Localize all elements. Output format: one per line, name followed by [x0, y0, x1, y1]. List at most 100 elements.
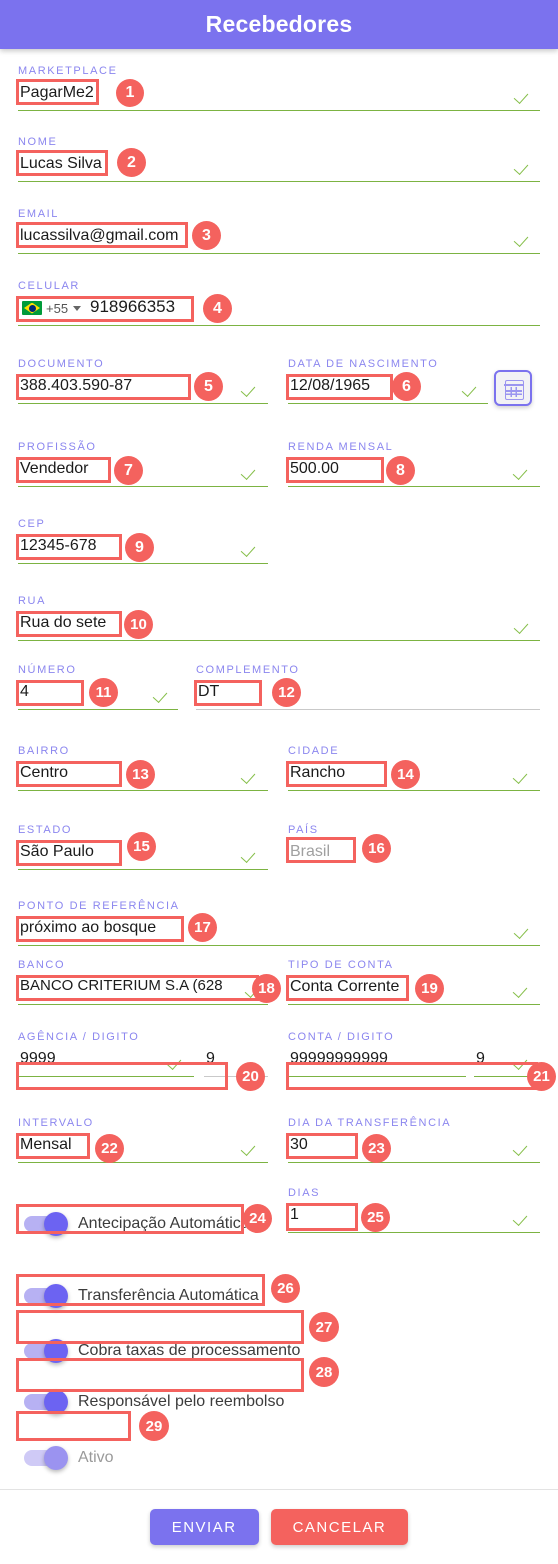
underline-bairro — [18, 790, 268, 791]
underline-documento — [18, 403, 268, 404]
switch-knob[interactable] — [44, 1390, 68, 1414]
input-rua[interactable]: Rua do sete — [20, 613, 106, 633]
label-dia-transferencia: DIA DA TRANSFERÊNCIA — [288, 1117, 452, 1129]
input-conta[interactable]: 99999999999 — [290, 1049, 388, 1069]
switch-track[interactable] — [24, 1390, 68, 1414]
label-numero: NÚMERO — [18, 664, 77, 676]
label-celular: CELULAR — [18, 280, 80, 292]
toggle-cobra-taxas[interactable]: Cobra taxas de processamento — [24, 1339, 300, 1363]
underline-email — [18, 253, 540, 254]
input-pais[interactable]: Brasil — [290, 842, 330, 862]
input-cep[interactable]: 12345-678 — [20, 536, 97, 556]
country-code[interactable]: +55 — [46, 301, 68, 316]
annotation-marker-29: 29 — [139, 1411, 169, 1441]
annotation-marker-17: 17 — [188, 913, 217, 942]
annotation-marker-4: 4 — [203, 294, 232, 323]
switch-track[interactable] — [24, 1284, 68, 1308]
cancel-button[interactable]: CANCELAR — [270, 1509, 409, 1545]
switch-knob[interactable] — [44, 1446, 68, 1470]
chevron-down-icon[interactable] — [73, 306, 81, 311]
valid-check-icon — [515, 617, 537, 633]
switch-track[interactable] — [24, 1339, 68, 1363]
underline-banco — [18, 1004, 268, 1005]
label-bairro: BAIRRO — [18, 745, 70, 757]
input-dia-transferencia[interactable]: 30 — [290, 1135, 308, 1155]
valid-check-icon — [154, 686, 176, 702]
input-estado[interactable]: São Paulo — [20, 842, 94, 862]
input-dias[interactable]: 1 — [290, 1205, 299, 1225]
annotation-marker-19: 19 — [415, 974, 444, 1003]
valid-check-icon — [463, 380, 485, 396]
toggle-ativo[interactable]: Ativo — [24, 1446, 114, 1470]
input-agencia[interactable]: 9999 — [20, 1049, 56, 1069]
annotation-marker-7: 7 — [114, 456, 143, 485]
underline-conta — [288, 1076, 466, 1077]
switch-knob[interactable] — [44, 1212, 68, 1236]
underline-celular — [18, 325, 540, 326]
valid-check-icon — [514, 1139, 536, 1155]
input-tipo-conta[interactable]: Conta Corrente — [290, 977, 399, 997]
toggle-transferencia-automatica[interactable]: Transferência Automática — [24, 1284, 259, 1308]
toggle-label: Responsável pelo reembolso — [78, 1393, 285, 1410]
label-conta: CONTA / DIGITO — [288, 1031, 395, 1043]
input-numero[interactable]: 4 — [20, 682, 29, 702]
underline-complemento — [196, 709, 540, 710]
input-profissao[interactable]: Vendedor — [20, 459, 89, 479]
underline-renda-mensal — [288, 486, 540, 487]
toggle-label: Ativo — [78, 1449, 114, 1466]
toggle-responsavel-reembolso[interactable]: Responsável pelo reembolso — [24, 1390, 285, 1414]
submit-button[interactable]: ENVIAR — [149, 1509, 259, 1545]
valid-check-icon — [242, 540, 264, 556]
input-banco[interactable]: BANCO CRITERIUM S.A (628 — [20, 976, 223, 996]
valid-check-icon — [242, 1139, 264, 1155]
toggle-antecipacao-automatica[interactable]: Antecipação Automática — [24, 1212, 250, 1236]
label-tipo-conta: TIPO DE CONTA — [288, 959, 394, 971]
underline-dias — [288, 1232, 540, 1233]
annotation-marker-24: 24 — [243, 1204, 272, 1233]
valid-check-icon — [514, 463, 536, 479]
switch-knob[interactable] — [44, 1284, 68, 1308]
input-documento[interactable]: 388.403.590-87 — [20, 376, 132, 396]
input-email[interactable]: lucassilva@gmail.com — [20, 226, 179, 246]
annotation-marker-6: 6 — [392, 372, 421, 401]
input-conta-digito[interactable]: 9 — [476, 1049, 485, 1069]
annotation-marker-8: 8 — [386, 456, 415, 485]
input-complemento[interactable]: DT — [198, 682, 219, 702]
input-nome[interactable]: Lucas Silva — [20, 154, 102, 174]
switch-knob[interactable] — [44, 1339, 68, 1363]
label-marketplace: MARKETPLACE — [18, 65, 118, 77]
annotation-marker-5: 5 — [194, 372, 223, 401]
annotation-marker-2: 2 — [117, 148, 146, 177]
toggle-label: Transferência Automática — [78, 1287, 259, 1304]
input-data-nascimento[interactable]: 12/08/1965 — [290, 376, 370, 396]
annotation-marker-28: 28 — [309, 1357, 339, 1387]
underline-numero — [18, 709, 178, 710]
annotation-marker-16: 16 — [362, 834, 391, 863]
form-body: MARKETPLACE PagarMe2 NOME Lucas Silva EM… — [0, 49, 558, 1489]
underline-estado — [18, 869, 268, 870]
label-pais: PAÍS — [288, 824, 319, 836]
label-complemento: COMPLEMENTO — [196, 664, 300, 676]
switch-track[interactable] — [24, 1212, 68, 1236]
input-cidade[interactable]: Rancho — [290, 763, 345, 783]
annotation-marker-3: 3 — [192, 221, 221, 250]
underline-profissao — [18, 486, 268, 487]
underline-ponto-referencia — [18, 945, 540, 946]
date-picker-button[interactable] — [494, 370, 532, 406]
annotation-marker-12: 12 — [272, 678, 301, 707]
annotation-marker-26: 26 — [271, 1274, 300, 1303]
label-documento: DOCUMENTO — [18, 358, 105, 370]
annotation-marker-13: 13 — [126, 760, 155, 789]
input-intervalo[interactable]: Mensal — [20, 1135, 72, 1155]
label-agencia: AGÊNCIA / DIGITO — [18, 1031, 140, 1043]
input-ponto-referencia[interactable]: próximo ao bosque — [20, 918, 156, 938]
underline-intervalo — [18, 1162, 268, 1163]
input-agencia-digito[interactable]: 9 — [206, 1049, 215, 1069]
switch-track[interactable] — [24, 1446, 68, 1470]
input-marketplace[interactable]: PagarMe2 — [20, 83, 94, 103]
annotation-marker-9: 9 — [125, 533, 154, 562]
annotation-marker-25: 25 — [361, 1203, 390, 1232]
input-celular[interactable]: 918966353 — [90, 297, 175, 317]
input-bairro[interactable]: Centro — [20, 763, 68, 783]
input-renda-mensal[interactable]: 500.00 — [290, 459, 339, 479]
